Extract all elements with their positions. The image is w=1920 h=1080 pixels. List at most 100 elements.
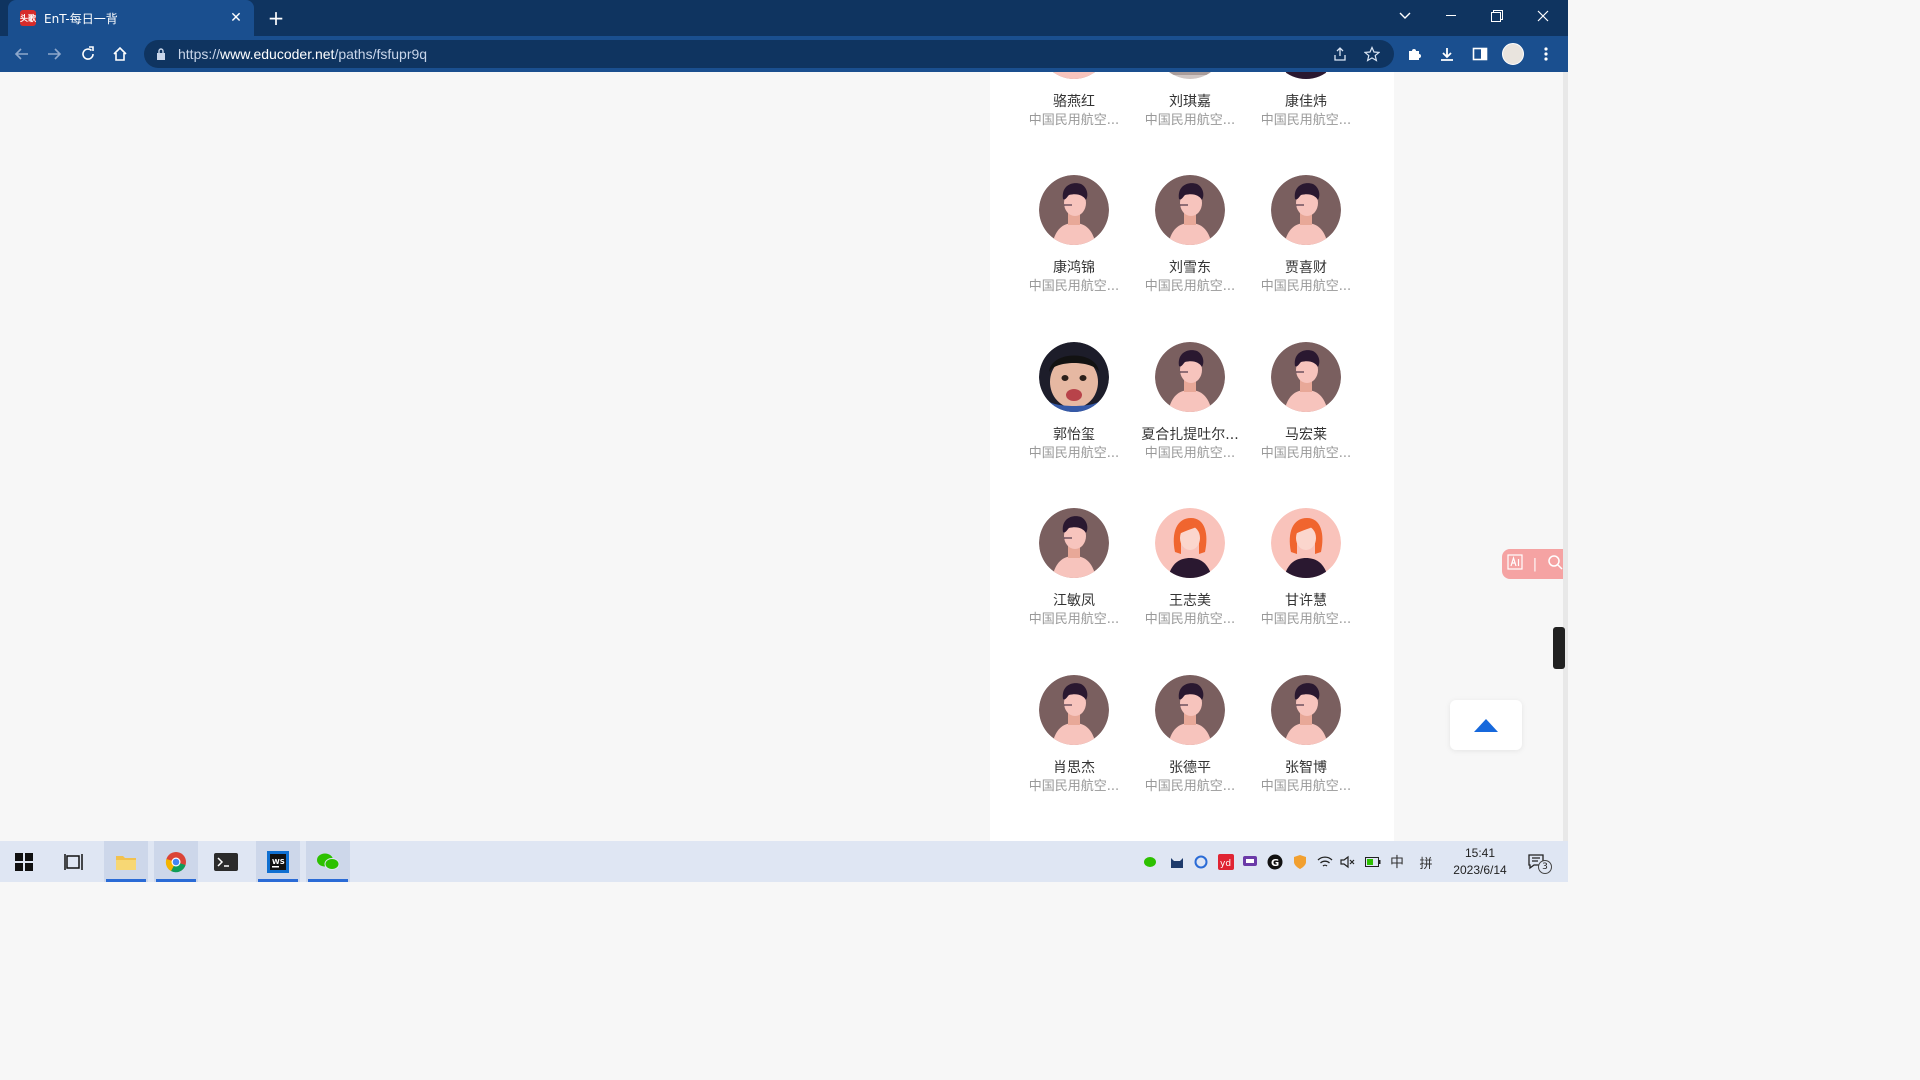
system-clock[interactable]: 15:41 2023/6/14 <box>1444 845 1516 879</box>
reload-icon[interactable] <box>74 40 102 68</box>
member-avatar[interactable] <box>1039 342 1109 412</box>
member-name[interactable]: 张德平 <box>1135 759 1245 777</box>
member-school: 中国民用航空... <box>1260 446 1352 461</box>
member-avatar[interactable] <box>1271 508 1341 578</box>
floating-tools[interactable]: | <box>1502 549 1568 579</box>
cat-tray-icon[interactable] <box>1168 853 1186 871</box>
browser-tab[interactable]: 头歌 EnT-每日一背 ✕ <box>8 0 254 36</box>
chat-tray-icon[interactable] <box>1241 853 1259 871</box>
ime-mode-indicator[interactable]: 拼 <box>1417 853 1435 872</box>
wechat-tray-icon[interactable] <box>1142 853 1160 871</box>
forward-arrow-icon[interactable] <box>40 40 68 68</box>
member-avatar[interactable] <box>1271 72 1341 79</box>
page-scrollbar-thumb[interactable] <box>1553 627 1565 669</box>
member-card[interactable]: 王志美 中国民用航空... <box>1135 508 1245 630</box>
member-name[interactable]: 康佳炜 <box>1251 93 1361 111</box>
member-avatar[interactable] <box>1271 342 1341 412</box>
terminal-icon[interactable] <box>204 841 248 882</box>
minimize-button[interactable] <box>1428 0 1474 32</box>
speaker-muted-icon[interactable] <box>1339 853 1357 871</box>
shield-tray-icon[interactable] <box>1291 853 1309 871</box>
svg-text:WS: WS <box>272 858 285 866</box>
restore-button[interactable] <box>1474 0 1520 32</box>
member-name[interactable]: 康鸿锦 <box>1019 259 1129 277</box>
wifi-icon[interactable] <box>1316 853 1334 871</box>
member-name[interactable]: 张智博 <box>1251 759 1361 777</box>
member-card[interactable]: 郭怡玺中国民用航空... <box>1019 342 1129 464</box>
member-name[interactable]: 贾喜财 <box>1251 259 1361 277</box>
browser-menu-icon[interactable] <box>1532 40 1560 68</box>
member-name[interactable]: 刘琪嘉 <box>1135 93 1245 111</box>
member-card[interactable]: 刘雪东 中国民用航空... <box>1135 175 1245 297</box>
bookmark-star-icon[interactable] <box>1362 44 1382 64</box>
member-name[interactable]: 夏合扎提吐尔... <box>1135 426 1245 444</box>
member-card[interactable]: 骆燕红 中国民用航空... <box>1019 72 1129 131</box>
member-avatar[interactable] <box>1155 342 1225 412</box>
member-name[interactable]: 郭怡玺 <box>1019 426 1129 444</box>
back-arrow-icon[interactable] <box>8 40 36 68</box>
member-name[interactable]: 刘雪东 <box>1135 259 1245 277</box>
back-to-top-button[interactable] <box>1450 700 1522 750</box>
download-icon[interactable] <box>1433 40 1461 68</box>
member-card[interactable]: 肖思杰 中国民用航空... <box>1019 675 1129 797</box>
member-avatar[interactable] <box>1039 72 1109 79</box>
member-card[interactable]: 贾喜财 中国民用航空... <box>1251 175 1361 297</box>
member-avatar[interactable] <box>1155 72 1225 79</box>
windows-start-icon[interactable] <box>2 841 46 882</box>
ime-language-indicator[interactable]: 中 <box>1388 853 1406 871</box>
member-school: 中国民用航空... <box>1144 446 1236 461</box>
member-card[interactable]: 张智博 中国民用航空... <box>1251 675 1361 797</box>
member-card[interactable]: 康鸿锦 中国民用航空... <box>1019 175 1129 297</box>
new-tab-button[interactable]: + <box>264 6 288 30</box>
battery-icon[interactable] <box>1364 853 1382 871</box>
member-avatar[interactable] <box>1155 175 1225 245</box>
member-avatar[interactable] <box>1039 175 1109 245</box>
file-explorer-icon[interactable] <box>104 841 148 882</box>
member-card[interactable]: 张德平中国民用航空... <box>1135 675 1245 797</box>
side-panel-icon[interactable] <box>1466 40 1494 68</box>
notification-center-icon[interactable]: 3 <box>1526 853 1552 874</box>
page-scrollbar-track[interactable] <box>1563 72 1568 841</box>
ai-translate-icon[interactable] <box>1507 554 1523 574</box>
profile-avatar[interactable] <box>1499 40 1527 68</box>
member-card[interactable]: 甘许慧 中国民用航空... <box>1251 508 1361 630</box>
address-bar[interactable]: https://www.educoder.net/paths/fsfupr9q <box>144 40 1394 68</box>
tab-close-icon[interactable]: ✕ <box>226 8 246 28</box>
member-card[interactable]: 马宏莱中国民用航空... <box>1251 342 1361 464</box>
lock-icon[interactable] <box>156 48 168 60</box>
member-card[interactable]: 江敏凤 中国民用航空... <box>1019 508 1129 630</box>
extensions-puzzle-icon[interactable] <box>1400 40 1428 68</box>
circle-tray-icon[interactable] <box>1192 853 1210 871</box>
member-name[interactable]: 肖思杰 <box>1019 759 1129 777</box>
member-avatar[interactable] <box>1039 508 1109 578</box>
close-window-button[interactable] <box>1520 0 1566 32</box>
member-avatar[interactable] <box>1271 175 1341 245</box>
g-tray-icon[interactable]: G <box>1266 853 1284 871</box>
chrome-icon[interactable] <box>154 841 198 882</box>
member-name[interactable]: 王志美 <box>1135 592 1245 610</box>
clock-time: 15:41 <box>1464 846 1496 860</box>
member-card[interactable]: 康佳炜 中国民用航空... <box>1251 72 1361 131</box>
member-avatar[interactable] <box>1155 675 1225 745</box>
member-school: 中国民用航空... <box>1144 779 1236 794</box>
member-school: 中国民用航空... <box>1028 446 1120 461</box>
member-card[interactable]: 夏合扎提吐尔... 中国民用航空... <box>1135 342 1245 464</box>
member-avatar[interactable] <box>1271 675 1341 745</box>
member-avatar[interactable] <box>1155 508 1225 578</box>
member-name[interactable]: 骆燕红 <box>1019 93 1129 111</box>
member-name[interactable]: 甘许慧 <box>1251 592 1361 610</box>
tab-search-chevron-icon[interactable] <box>1382 0 1428 32</box>
svg-text:G: G <box>1271 858 1279 869</box>
wechat-icon[interactable] <box>306 841 350 882</box>
search-icon[interactable] <box>1547 554 1563 574</box>
webstorm-icon[interactable]: WS <box>256 841 300 882</box>
task-view-icon[interactable] <box>52 841 96 882</box>
member-card[interactable]: 刘琪嘉 中国民用航空... <box>1135 72 1245 131</box>
members-panel: 骆燕红 中国民用航空... 刘琪嘉 中国民用航空... 康佳炜 中国民用航空... 康鸿锦中… <box>990 72 1394 841</box>
member-name[interactable]: 江敏凤 <box>1019 592 1129 610</box>
youdao-tray-icon[interactable]: yd <box>1217 853 1235 871</box>
member-name[interactable]: 马宏莱 <box>1251 426 1361 444</box>
share-icon[interactable] <box>1330 44 1350 64</box>
home-icon[interactable] <box>106 40 134 68</box>
member-avatar[interactable] <box>1039 675 1109 745</box>
